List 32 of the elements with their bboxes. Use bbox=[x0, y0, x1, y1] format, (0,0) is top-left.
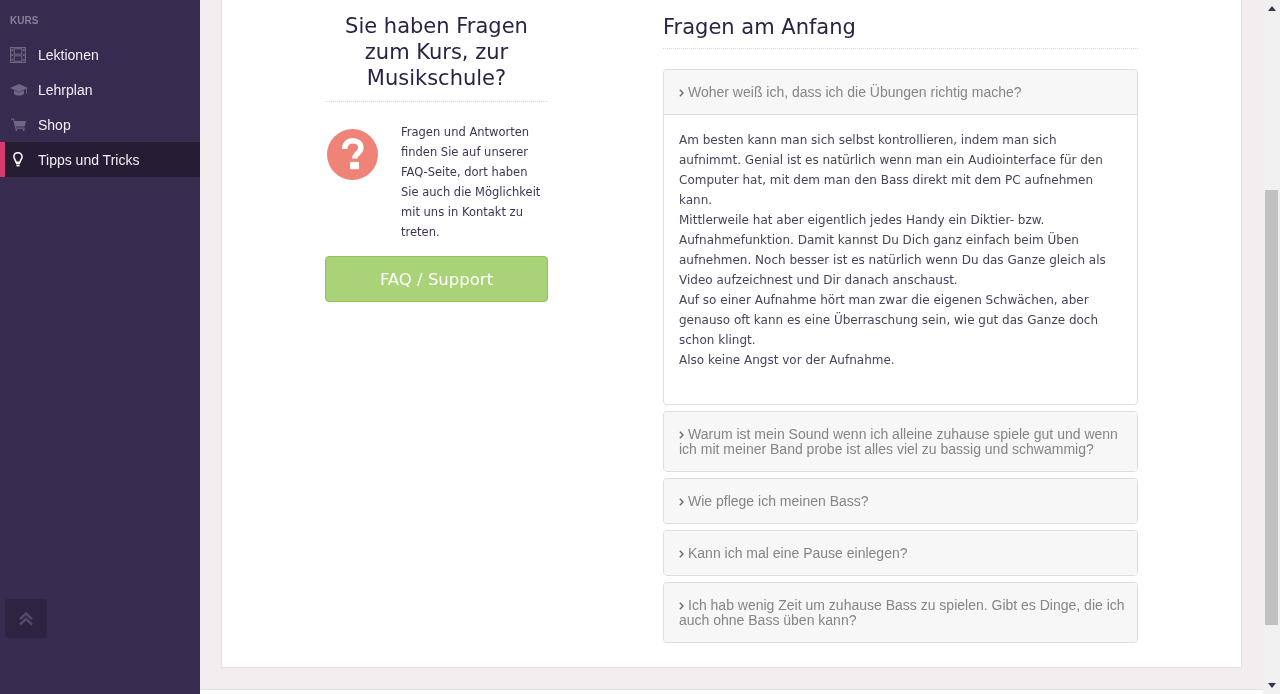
sidebar-item[interactable]: Tipps und Tricks bbox=[0, 142, 200, 177]
accordion-header[interactable]: Woher weiß ich, dass ich die Übungen richtig mache? bbox=[664, 70, 1137, 114]
graduation-cap-icon bbox=[10, 83, 28, 96]
answer-paragraph: Am besten kann man sich selbst kontrollieren, indem man sich aufnimmt. Genial ist es natürlich wenn man ein Audiointerface für den Computer hat, mit dem man den Bass direkt mit dem PC aufnehmen kann. bbox=[679, 132, 1104, 209]
shopping-cart-icon bbox=[11, 118, 26, 131]
section-label: KURS bbox=[9, 14, 40, 27]
answer-paragraph: Mittlerweile hat aber eigentlich jedes Handy ein Diktier- bzw. Aufnahmefunktion. Damit kannst Du Dich ganz einfach beim Üben aufnehmen. Noch besser ist es natürlich wenn Du das Ganze gleich als Video aufzeichnest und Dir danach anschaust. bbox=[679, 212, 1107, 289]
film-icon bbox=[10, 46, 26, 63]
help-text: Fragen und Antworten finden Sie auf unserer FAQ-Seite, dort haben Sie auch die Möglichkeit mit uns in Kontakt zu treten. bbox=[401, 124, 542, 241]
chevron-right-icon bbox=[679, 550, 684, 558]
scroll-up-arrow-icon[interactable] bbox=[1267, 6, 1276, 11]
accordion-header[interactable]: Ich hab wenig Zeit um zuhause Bass zu spielen. Gibt es Dinge, die ich auch ohne Bass üben kann? bbox=[664, 583, 1137, 642]
scroll-down-arrow-icon[interactable] bbox=[1267, 683, 1276, 688]
sidebar-item[interactable]: Lehrplan bbox=[0, 72, 200, 107]
chevron-right-icon bbox=[679, 89, 684, 97]
accordion-header[interactable]: Warum ist mein Sound wenn ich alleine zuhause spiele gut und wenn ich mit meiner Band probe ist alles viel zu bassig und schwammig? bbox=[664, 412, 1137, 471]
help-heading: Sie haben Fragen zum Kurs, zur Musikschule? bbox=[325, 0, 548, 102]
answer-paragraph: Auf so einer Aufnahme hört man zwar die eigenen Schwächen, aber genauso oft kann es eine Überraschung sein, wie gut das Ganze doch schon klingt. bbox=[679, 292, 1100, 349]
lightbulb-icon bbox=[13, 152, 23, 167]
answer-paragraph: Also keine Angst vor der Aufnahme. bbox=[679, 352, 896, 369]
scroll-to-top-button[interactable] bbox=[5, 599, 47, 638]
chevron-right-icon bbox=[679, 602, 684, 610]
accordion-header[interactable]: Kann ich mal eine Pause einlegen? bbox=[664, 531, 1137, 575]
sidebar-item[interactable]: Lektionen bbox=[0, 37, 200, 72]
scrollbar-thumb[interactable] bbox=[1265, 190, 1278, 625]
sidebar-item[interactable]: Shop bbox=[0, 107, 200, 142]
chevron-right-icon bbox=[679, 498, 684, 506]
accordion-header[interactable]: Wie pflege ich meinen Bass? bbox=[664, 479, 1137, 523]
faq-heading: Fragen am Anfang bbox=[663, 0, 1138, 49]
chevron-right-icon bbox=[679, 431, 684, 439]
question-mark-icon bbox=[327, 129, 378, 180]
double-chevron-up-icon bbox=[18, 611, 34, 626]
